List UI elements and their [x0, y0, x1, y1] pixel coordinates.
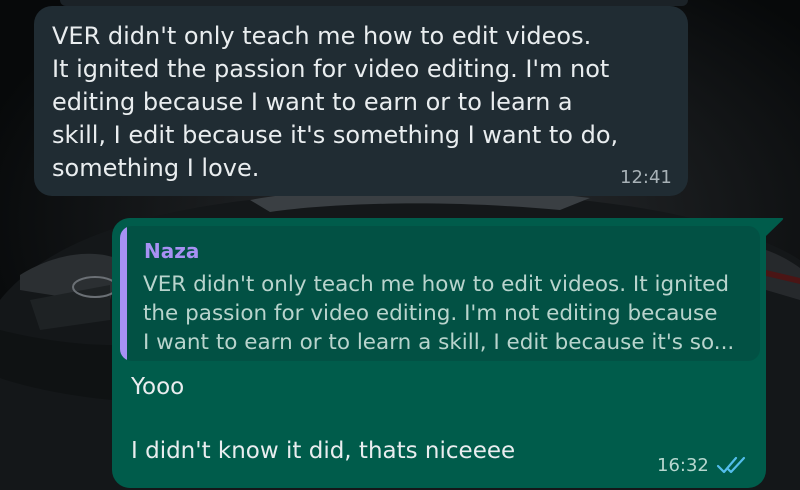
bubble-tail	[760, 218, 784, 238]
incoming-message-line: something I love.	[52, 154, 260, 182]
incoming-message-line: editing because I want to earn or to lea…	[52, 88, 573, 116]
incoming-message-line: It ignited the passion for video editing…	[52, 55, 610, 83]
outgoing-message-time: 16:32	[657, 455, 709, 476]
incoming-message-time: 12:41	[620, 167, 672, 188]
quoted-sender-name: Naza	[144, 239, 200, 263]
quoted-message-line: VER didn't only teach me how to edit vid…	[143, 272, 730, 297]
double-check-read-icon	[716, 456, 746, 474]
quoted-message-line: the passion for video editing. I'm not e…	[143, 301, 718, 326]
incoming-message-line: VER didn't only teach me how to edit vid…	[52, 22, 592, 50]
quoted-reply[interactable]: Naza VER didn't only teach me how to edi…	[120, 226, 760, 361]
outgoing-message-line: I didn't know it did, thats niceeee	[131, 438, 516, 464]
quoted-message-line: I want to earn or to learn a skill, I ed…	[143, 330, 735, 355]
incoming-message-text: VER didn't only teach me how to edit vid…	[52, 20, 672, 185]
quote-accent-bar	[120, 226, 127, 361]
quoted-message-text: VER didn't only teach me how to edit vid…	[143, 270, 753, 357]
outgoing-message-line: Yooo	[131, 374, 185, 400]
incoming-message-line: skill, I edit because it's something I w…	[52, 121, 619, 149]
